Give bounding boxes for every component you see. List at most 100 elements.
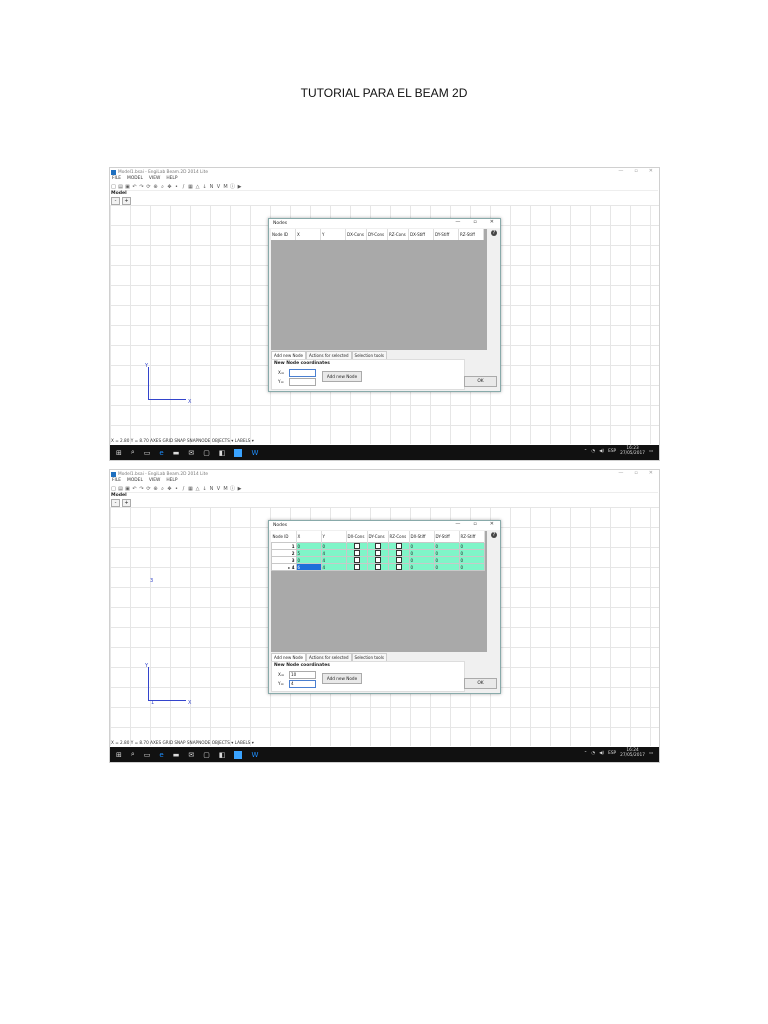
menu-help[interactable]: HELP <box>166 478 177 483</box>
zoom-window-icon[interactable]: ⊕ <box>153 184 158 190</box>
edge-icon[interactable]: e <box>159 751 163 759</box>
grid-icon[interactable]: ▦ <box>188 486 193 492</box>
support-icon[interactable]: △ <box>195 184 200 190</box>
start-icon[interactable]: ⊞ <box>116 751 122 759</box>
cell-dy-stiff[interactable]: 0 <box>433 556 460 564</box>
checkbox[interactable] <box>374 557 381 563</box>
app-icon-taskbar[interactable]: ◧ <box>219 751 226 759</box>
line-icon[interactable]: / <box>181 486 186 492</box>
network-icon[interactable]: ◔ <box>591 751 595 756</box>
app-icon-taskbar[interactable]: ◧ <box>219 449 226 457</box>
network-icon[interactable]: ◔ <box>591 449 595 454</box>
checkbox[interactable] <box>374 564 381 570</box>
cell-x[interactable]: 0 <box>295 542 322 550</box>
cell-rz-stiff[interactable]: 0 <box>458 556 485 564</box>
table-row[interactable]: ▸ 464000 <box>271 563 485 571</box>
node-icon[interactable]: • <box>174 184 179 190</box>
minimize-button[interactable]: — <box>618 470 623 476</box>
cell-dx-stiff[interactable]: 0 <box>408 563 435 571</box>
checkbox[interactable] <box>395 543 402 549</box>
checkbox[interactable] <box>374 550 381 556</box>
dialog-minimize-button[interactable]: — <box>455 521 460 527</box>
dialog-minimize-button[interactable]: — <box>455 219 460 225</box>
dialog-close-button[interactable]: ✕ <box>490 219 494 225</box>
checkbox[interactable] <box>395 550 402 556</box>
pan-icon[interactable]: ✥ <box>167 486 172 492</box>
menu-model[interactable]: MODEL <box>127 478 143 483</box>
notifications-icon[interactable]: ▭ <box>649 449 653 454</box>
close-button[interactable]: ✕ <box>649 470 653 476</box>
add-new-node-button[interactable]: Add new Node <box>322 673 362 684</box>
menu-help[interactable]: HELP <box>166 176 177 181</box>
table-row[interactable]: 100000 <box>271 542 485 550</box>
cell-rz-cons[interactable] <box>387 563 410 571</box>
cell-dy-stiff[interactable]: 0 <box>433 542 460 550</box>
m-diagram-icon[interactable]: M <box>223 184 228 190</box>
store-icon[interactable]: ▢ <box>203 751 210 759</box>
pan-icon[interactable]: ✥ <box>167 184 172 190</box>
word-icon[interactable]: W <box>251 449 258 457</box>
y-input[interactable]: 4 <box>289 680 316 688</box>
ok-button[interactable]: OK <box>464 376 497 387</box>
checkbox[interactable] <box>395 557 402 563</box>
mail-icon[interactable]: ✉ <box>188 449 194 457</box>
tray-chevron-icon[interactable]: ⌃ <box>584 449 588 454</box>
y-input[interactable] <box>289 378 316 386</box>
row-node-id[interactable]: 1 <box>271 542 297 550</box>
notifications-icon[interactable]: ▭ <box>649 751 653 756</box>
minimize-button[interactable]: — <box>618 168 623 174</box>
info-icon[interactable]: ⓘ <box>230 183 235 190</box>
beam-app-icon[interactable] <box>234 750 243 759</box>
run-icon[interactable]: ▶ <box>237 486 242 492</box>
cell-rz-cons[interactable] <box>387 549 410 557</box>
ok-button[interactable]: OK <box>464 678 497 689</box>
zoom-icon[interactable]: ⌕ <box>160 486 165 492</box>
undo-icon[interactable]: ↶ <box>132 486 137 492</box>
cell-dy-cons[interactable] <box>366 549 389 557</box>
info-icon[interactable]: ⓘ <box>230 485 235 492</box>
x-input[interactable] <box>289 369 316 377</box>
row-node-id[interactable]: 2 <box>271 549 297 557</box>
n-diagram-icon[interactable]: N <box>209 184 214 190</box>
checkbox[interactable] <box>374 543 381 549</box>
undo-icon[interactable]: ↶ <box>132 184 137 190</box>
cell-dx-stiff[interactable]: 0 <box>408 542 435 550</box>
m-diagram-icon[interactable]: M <box>223 486 228 492</box>
checkbox[interactable] <box>353 543 360 549</box>
dialog-maximize-button[interactable]: ▫ <box>473 521 476 527</box>
save-icon[interactable]: ▣ <box>125 486 130 492</box>
cell-y[interactable]: 4 <box>320 549 347 557</box>
help-icon[interactable]: ? <box>491 230 497 236</box>
menu-file[interactable]: FILE <box>112 176 121 181</box>
zoom-out-button[interactable]: - <box>111 499 120 507</box>
cell-rz-cons[interactable] <box>387 556 410 564</box>
tray-chevron-icon[interactable]: ⌃ <box>584 751 588 756</box>
line-icon[interactable]: / <box>181 184 186 190</box>
open-icon[interactable]: ▤ <box>118 184 123 190</box>
open-icon[interactable]: ▤ <box>118 486 123 492</box>
redo-icon[interactable]: ↷ <box>139 184 144 190</box>
start-icon[interactable]: ⊞ <box>116 449 122 457</box>
volume-icon[interactable]: ◀) <box>599 449 604 454</box>
load-icon[interactable]: ↓ <box>202 486 207 492</box>
menu-view[interactable]: VIEW <box>149 176 160 181</box>
dialog-maximize-button[interactable]: ▫ <box>473 219 476 225</box>
help-icon[interactable]: ? <box>491 532 497 538</box>
row-node-id[interactable]: ▸ 4 <box>271 563 297 571</box>
v-diagram-icon[interactable]: V <box>216 184 221 190</box>
menu-model[interactable]: MODEL <box>127 176 143 181</box>
save-icon[interactable]: ▣ <box>125 184 130 190</box>
row-node-id[interactable]: 3 <box>271 556 297 564</box>
n-diagram-icon[interactable]: N <box>209 486 214 492</box>
checkbox[interactable] <box>353 550 360 556</box>
zoom-in-button[interactable]: + <box>122 499 131 507</box>
store-icon[interactable]: ▢ <box>203 449 210 457</box>
zoom-in-button[interactable]: + <box>122 197 131 205</box>
cell-y[interactable]: 4 <box>320 556 347 564</box>
nodes-grid[interactable]: Node ID X Y DX-Cons DY-Cons RZ-Cons DX-S… <box>271 229 487 350</box>
cell-dx-stiff[interactable]: 0 <box>408 549 435 557</box>
zoom-icon[interactable]: ⌕ <box>160 184 165 190</box>
close-button[interactable]: ✕ <box>649 168 653 174</box>
cell-x[interactable]: 5 <box>295 549 322 557</box>
x-input[interactable]: 10 <box>289 671 316 679</box>
